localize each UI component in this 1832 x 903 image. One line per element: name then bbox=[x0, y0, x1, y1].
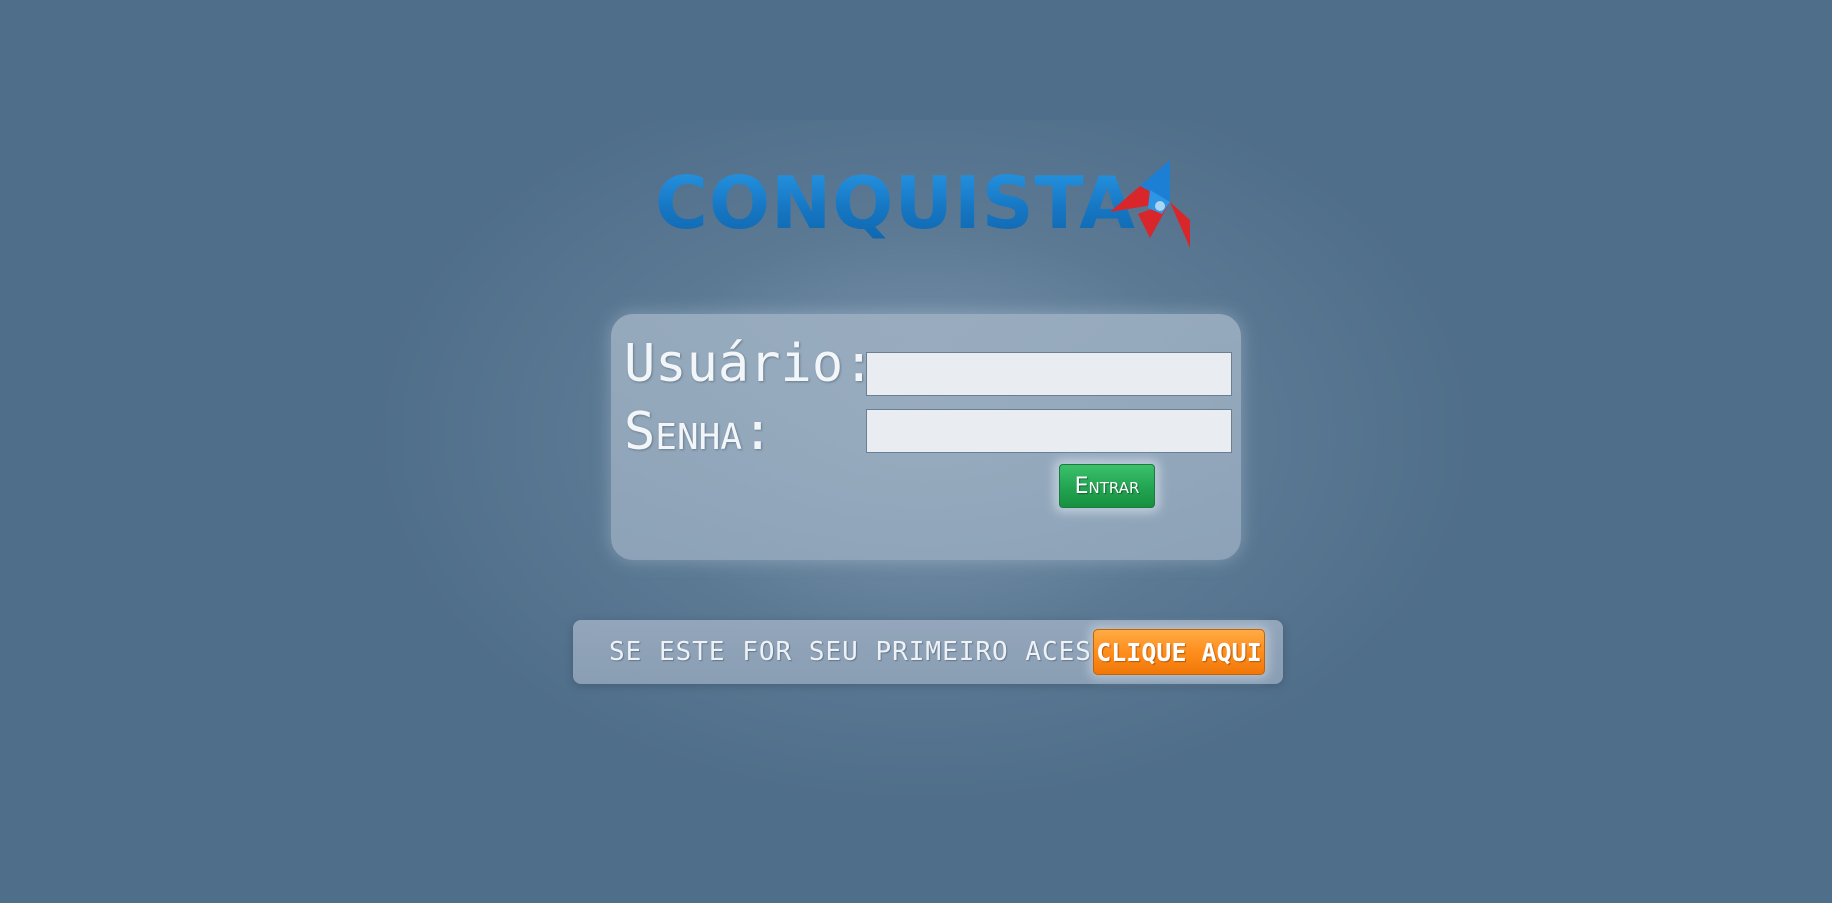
login-panel: Usuário: Senha: Entrar bbox=[611, 314, 1241, 560]
conquista-star-icon bbox=[1110, 160, 1190, 248]
password-label: Senha: bbox=[624, 402, 774, 462]
conquista-logo: CONQUISTA bbox=[655, 158, 1190, 248]
username-label: Usuário: bbox=[624, 334, 875, 394]
username-input[interactable] bbox=[866, 352, 1232, 396]
first-access-button[interactable]: CLIQUE AQUI bbox=[1093, 629, 1265, 675]
first-access-text: SE ESTE FOR SEU PRIMEIRO ACESSO bbox=[609, 637, 1126, 667]
login-submit-button[interactable]: Entrar bbox=[1059, 464, 1155, 508]
logo-text: CONQUISTA bbox=[655, 158, 1136, 248]
first-access-bar: SE ESTE FOR SEU PRIMEIRO ACESSO CLIQUE A… bbox=[573, 620, 1283, 684]
password-input[interactable] bbox=[866, 409, 1232, 453]
